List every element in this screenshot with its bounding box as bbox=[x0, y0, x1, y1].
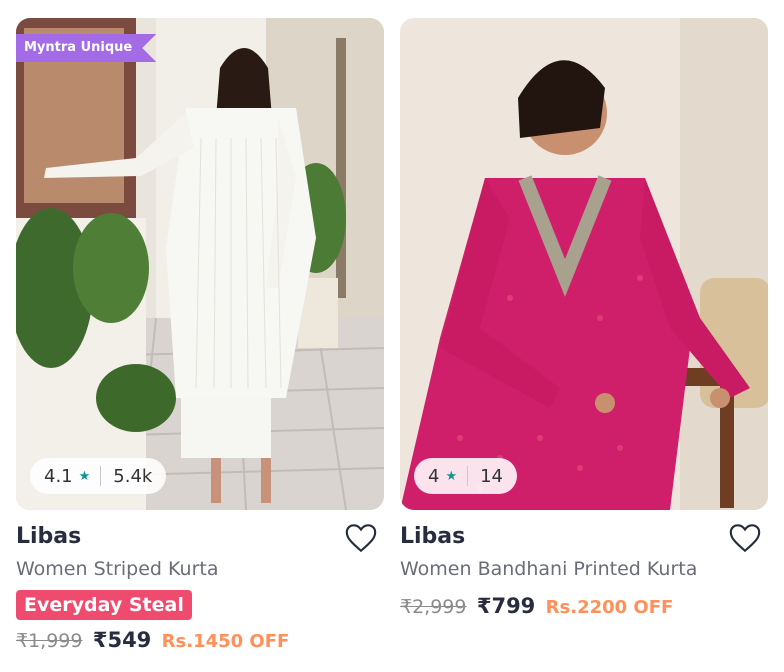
rating-divider bbox=[100, 466, 102, 486]
heart-outline-icon[interactable] bbox=[344, 522, 378, 554]
discount-text: Rs.2200 OFF bbox=[545, 597, 674, 618]
selling-price: ₹799 bbox=[476, 594, 536, 618]
mrp-price: ₹2,999 bbox=[400, 596, 467, 618]
everyday-steal-badge: Everyday Steal bbox=[16, 590, 192, 620]
product-image[interactable]: 4 ★ 14 bbox=[400, 18, 768, 510]
myntra-unique-badge: Myntra Unique bbox=[16, 34, 157, 62]
heart-outline-icon[interactable] bbox=[728, 522, 762, 554]
rating-count: 5.4k bbox=[113, 465, 153, 487]
star-icon: ★ bbox=[78, 468, 91, 484]
brand-name: Libas bbox=[16, 524, 82, 549]
product-card[interactable]: 4 ★ 14 Libas Women Bandhani Printed Kurt… bbox=[400, 18, 768, 618]
brand-name: Libas bbox=[400, 524, 466, 549]
selling-price: ₹549 bbox=[92, 628, 152, 652]
rating-value: 4.1 bbox=[44, 465, 73, 487]
rating-value: 4 bbox=[428, 465, 440, 487]
rating-divider bbox=[467, 466, 469, 486]
discount-text: Rs.1450 OFF bbox=[161, 631, 290, 652]
product-photo bbox=[16, 18, 384, 510]
price-row: ₹1,999 ₹549 Rs.1450 OFF bbox=[16, 628, 384, 652]
price-row: ₹2,999 ₹799 Rs.2200 OFF bbox=[400, 594, 768, 618]
product-card[interactable]: Myntra Unique 4.1 ★ 5.4k Libas Women Str… bbox=[16, 18, 384, 652]
product-title: Women Striped Kurta bbox=[16, 558, 219, 580]
rating-pill[interactable]: 4.1 ★ 5.4k bbox=[30, 458, 167, 494]
rating-pill[interactable]: 4 ★ 14 bbox=[414, 458, 518, 494]
product-title: Women Bandhani Printed Kurta bbox=[400, 558, 698, 580]
product-photo bbox=[400, 18, 768, 510]
star-icon: ★ bbox=[445, 468, 458, 484]
rating-count: 14 bbox=[480, 465, 504, 487]
mrp-price: ₹1,999 bbox=[16, 630, 83, 652]
product-image[interactable]: Myntra Unique 4.1 ★ 5.4k bbox=[16, 18, 384, 510]
